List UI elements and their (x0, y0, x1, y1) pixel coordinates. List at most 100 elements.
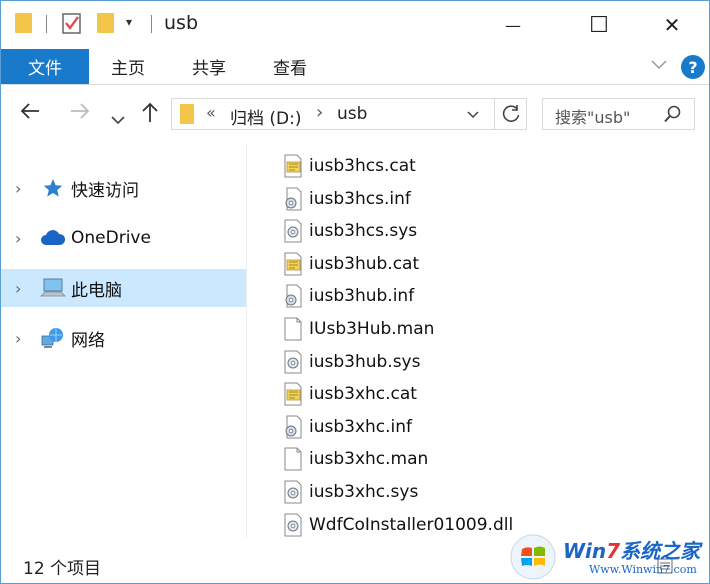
refresh-icon (502, 105, 520, 122)
address-history-button[interactable] (466, 104, 480, 128)
sidebar-item-onedrive[interactable]: › OneDrive (1, 219, 246, 257)
list-item[interactable]: IUsb3Hub.man (280, 314, 580, 344)
cloud-icon (40, 227, 66, 249)
watermark-brand-num: 7 (606, 539, 621, 563)
file-name: iusb3hcs.inf (309, 188, 411, 209)
watermark-brand-prefix: Win (563, 539, 607, 563)
properties-icon[interactable] (61, 11, 83, 39)
divider (151, 15, 152, 33)
watermark-brand: Win7系统之家 (563, 535, 700, 564)
tab-view[interactable]: 查看 (273, 49, 307, 84)
chevron-right-icon[interactable]: › (15, 329, 21, 348)
sidebar-item-label: OneDrive (71, 228, 151, 248)
customize-toolbar-icon[interactable]: ▾ (126, 15, 132, 29)
watermark-brand-suffix: 系统之家 (620, 539, 701, 563)
new-folder-icon[interactable] (97, 13, 114, 33)
dll-file-icon (283, 513, 303, 537)
file-name: iusb3xhc.inf (309, 416, 413, 437)
sidebar-item-label: 网络 (71, 330, 105, 351)
search-icon[interactable] (664, 105, 682, 127)
folder-icon (15, 13, 32, 33)
forward-arrow-icon (71, 103, 90, 119)
sidebar-item-network[interactable]: › 网络 (1, 319, 246, 357)
tab-share[interactable]: 共享 (192, 49, 226, 84)
chevron-right-icon[interactable]: › (15, 179, 21, 198)
file-name: iusb3hub.sys (309, 351, 421, 372)
list-item[interactable]: iusb3hcs.cat (280, 151, 580, 181)
file-name: iusb3hcs.sys (309, 221, 418, 242)
list-item[interactable]: iusb3xhc.cat (280, 379, 580, 409)
file-name: iusb3hub.inf (309, 286, 415, 307)
chevron-right-icon[interactable]: › (15, 229, 21, 248)
system-file-icon (283, 480, 303, 504)
window-title: usb (164, 12, 199, 34)
file-name: iusb3xhc.sys (309, 482, 419, 502)
file-name: iusb3hcs.cat (309, 156, 416, 176)
system-file-icon (283, 219, 303, 243)
list-item[interactable]: iusb3hub.cat (280, 249, 580, 279)
file-name: IUsb3Hub.man (309, 319, 435, 339)
maximize-button[interactable]: ☐ (571, 1, 627, 49)
expand-ribbon-icon[interactable] (651, 55, 667, 74)
file-icon (283, 317, 303, 341)
back-button[interactable] (19, 101, 41, 127)
search-input[interactable]: 搜索"usb" (555, 104, 630, 128)
search-box[interactable]: 搜索"usb" (542, 98, 695, 130)
chevron-down-icon (467, 111, 479, 119)
refresh-button[interactable] (500, 103, 522, 129)
close-icon: ✕ (663, 13, 681, 37)
catalog-file-icon (283, 382, 303, 406)
sidebar-item-this-pc[interactable]: › 此电脑 (1, 269, 246, 307)
up-arrow-icon (142, 102, 158, 122)
watermark-logo: Win7系统之家 Www.Winwin7.com (509, 533, 707, 581)
list-item[interactable]: iusb3xhc.sys (280, 477, 580, 507)
divider (46, 15, 47, 33)
help-button[interactable]: ? (681, 55, 705, 79)
list-item[interactable]: iusb3hcs.sys (280, 216, 580, 246)
setup-file-icon (283, 415, 303, 439)
forward-button[interactable] (69, 101, 91, 127)
breadcrumb-drive[interactable]: 归档 (D:) (230, 104, 302, 129)
file-icon (283, 447, 303, 471)
minimize-button[interactable]: — (485, 1, 541, 49)
list-item[interactable]: iusb3hcs.inf (280, 184, 580, 214)
close-button[interactable]: ✕ (644, 1, 700, 49)
sidebar-item-label: 此电脑 (71, 280, 122, 301)
system-file-icon (283, 350, 303, 374)
chevron-right-icon[interactable]: › (15, 279, 21, 298)
file-name: WdfCoInstaller01009.dll (309, 514, 514, 535)
file-name: iusb3hub.cat (309, 253, 420, 274)
setup-file-icon (283, 284, 303, 308)
sidebar-item-label: 快速访问 (71, 180, 139, 201)
breadcrumb-usb[interactable]: usb (337, 104, 367, 124)
list-item[interactable]: iusb3xhc.inf (280, 412, 580, 442)
sidebar-item-quick-access[interactable]: › 快速访问 (1, 169, 246, 207)
file-name: iusb3xhc.man (309, 449, 429, 470)
up-button[interactable] (140, 101, 160, 129)
item-count: 12 个项目 (23, 559, 102, 579)
breadcrumb-overflow[interactable]: « (206, 103, 216, 122)
list-item[interactable]: iusb3hub.sys (280, 347, 580, 377)
address-bar[interactable]: « 归档 (D:) › usb (171, 98, 527, 130)
maximize-icon: ☐ (589, 12, 609, 38)
minimize-icon: — (505, 15, 521, 35)
divider (494, 99, 495, 129)
navigation-pane: › 快速访问 › OneDrive › 此电脑 › 网络 (1, 143, 247, 538)
file-name: iusb3xhc.cat (309, 384, 417, 405)
list-item[interactable]: iusb3hub.inf (280, 281, 580, 311)
watermark-url: Www.Winwin7.com (589, 563, 697, 576)
breadcrumb-chevron-icon[interactable]: › (316, 102, 323, 123)
tab-file[interactable]: 文件 (1, 49, 89, 84)
explorer-window: ▾ usb — ☐ ✕ 文件 主页 共享 查看 ? « 归档 (D:) › us… (0, 0, 710, 584)
setup-file-icon (283, 187, 303, 211)
catalog-file-icon (283, 154, 303, 178)
catalog-file-icon (283, 252, 303, 276)
title-bar: ▾ usb — ☐ ✕ (1, 1, 709, 49)
star-icon (40, 177, 66, 199)
computer-icon (40, 277, 66, 299)
recent-locations-button[interactable] (111, 106, 125, 131)
list-item[interactable]: iusb3xhc.man (280, 444, 580, 474)
folder-icon (180, 104, 194, 124)
chevron-down-icon (111, 116, 125, 125)
tab-home[interactable]: 主页 (111, 49, 145, 84)
